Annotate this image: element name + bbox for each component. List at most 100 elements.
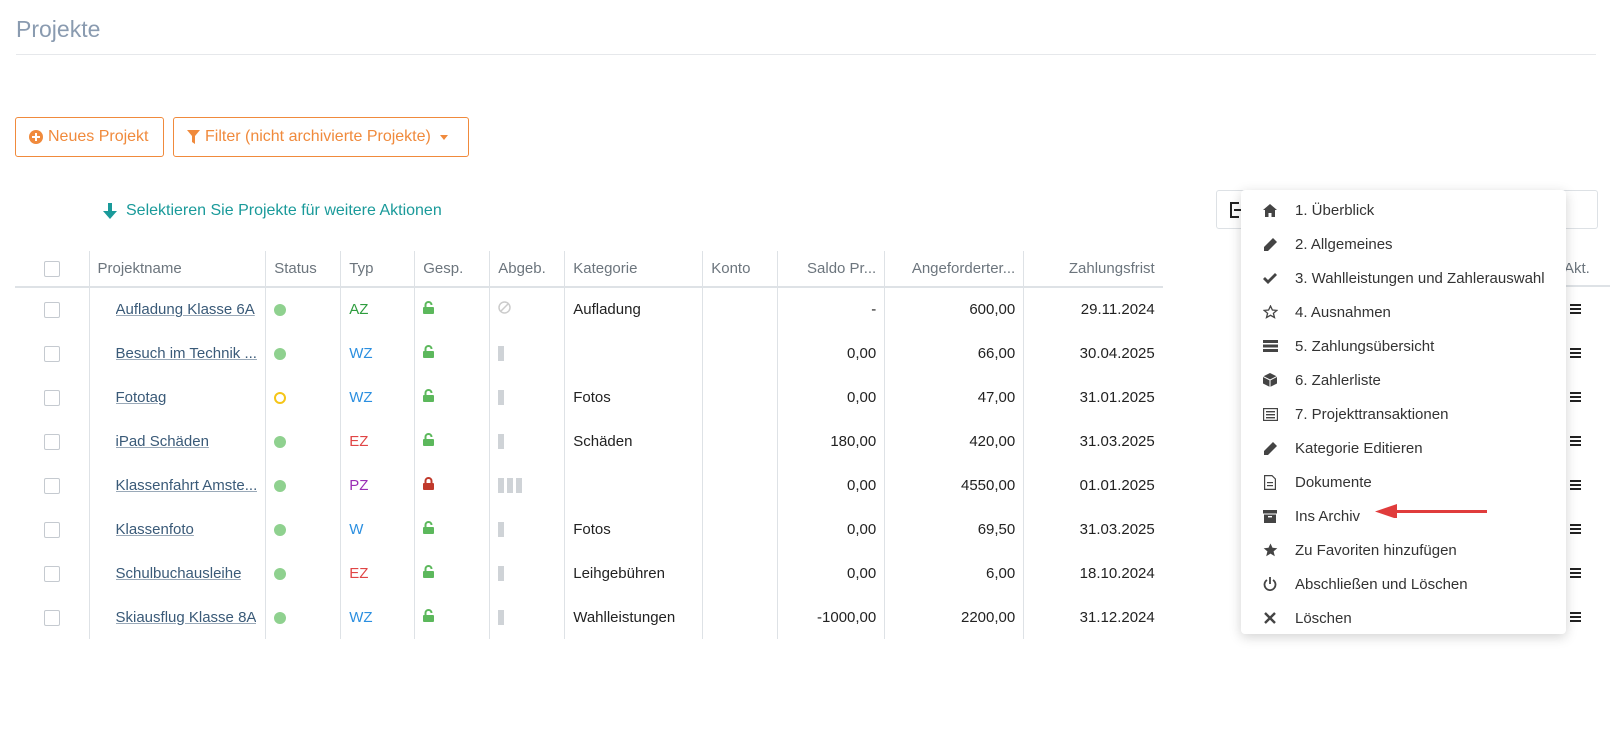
table-row[interactable]: Skiausflug Klasse 8A WZ Wahlleistungen -100… [15,595,1163,639]
table-row[interactable]: Klassenfoto W Fotos 0,00 69,50 31.03.2025 [15,507,1163,551]
menu-item[interactable]: Kategorie Editieren [1241,431,1566,465]
menu-item[interactable]: 1. Überblick [1241,193,1566,227]
row-checkbox[interactable] [43,433,60,450]
col-header-gesp[interactable]: Gesp. [414,251,491,288]
project-name-link[interactable]: Klassenfoto [116,521,194,538]
gesp-cell [414,287,491,331]
row-checkbox[interactable] [43,609,60,626]
select-all-checkbox[interactable] [43,261,60,278]
hamburger-menu-icon[interactable] [1570,302,1581,316]
typ-label: PZ [349,476,369,494]
typ-label: WZ [349,388,373,406]
row-checkbox[interactable] [43,521,60,538]
submission-bars [498,390,505,406]
table-row[interactable]: Besuch im Technik ... WZ 0,00 66,00 30.04.20… [15,331,1163,375]
abgeb-cell [489,507,566,551]
pencil-icon [1262,440,1278,456]
hamburger-menu-icon[interactable] [1570,522,1581,536]
menu-item[interactable]: 4. Ausnahmen [1241,295,1566,329]
status-indicator [274,304,287,317]
project-name-link[interactable]: Fototag [116,389,167,406]
project-name-cell: Fototag [89,375,267,419]
hamburger-menu-icon[interactable] [1570,390,1581,404]
table-row[interactable]: Aufladung Klasse 6A AZ Aufladung -600,00 29.… [15,287,1163,331]
abgeb-cell [489,419,566,463]
home-icon [1262,202,1278,218]
menu-item[interactable]: Dokumente [1241,465,1566,499]
angefordert-cell: 4550,00 [884,463,1025,507]
filter-dropdown-button[interactable]: Filter (nicht archivierte Projekte) [173,117,469,157]
hamburger-menu-icon[interactable] [1570,478,1581,492]
row-checkbox[interactable] [43,345,60,362]
menu-item[interactable]: Abschließen und Löschen [1241,567,1566,601]
col-header-frist[interactable]: Zahlungsfrist [1023,251,1163,288]
menu-item[interactable]: 6. Zahlerliste [1241,363,1566,397]
col-header-status[interactable]: Status [265,251,342,288]
abgeb-cell [489,287,566,331]
row-checkbox[interactable] [43,302,60,319]
table-row[interactable]: Fototag WZ Fotos 0,00 47,00 31.01.2025 [15,375,1163,419]
gesp-cell [414,595,491,639]
konto-cell [702,595,779,639]
project-name-link[interactable]: Klassenfahrt Amste... [116,477,258,494]
table-row[interactable]: iPad Schäden EZ Schäden 180,00 420,00 31.03.2… [15,419,1163,463]
submission-bars [498,346,505,362]
row-checkbox[interactable] [43,565,60,582]
project-name-link[interactable]: Skiausflug Klasse 8A [116,609,257,626]
project-name-link[interactable]: Besuch im Technik ... [116,345,257,362]
menu-item[interactable]: Zu Favoriten hinzufügen [1241,533,1566,567]
star-icon [1262,542,1278,558]
hamburger-menu-icon[interactable] [1570,610,1581,624]
status-indicator [274,479,287,492]
table-row[interactable]: Klassenfahrt Amste... PZ 0,00 4550,00 01.01.… [15,463,1163,507]
archive-icon [1262,508,1278,524]
check-icon [1262,270,1278,286]
abgeb-cell [489,375,566,419]
menu-item[interactable]: 3. Wahlleistungen und Zahlerauswahl [1241,261,1566,295]
typ-label: WZ [349,344,373,362]
row-select-cell [15,375,90,419]
typ-label: W [349,520,364,538]
menu-item-label: 6. Zahlerliste [1295,371,1381,389]
close-icon [1262,610,1278,626]
zahlungsfrist-cell: 01.01.2025 [1079,476,1155,494]
angefordert-cell: 66,00 [884,331,1025,375]
col-header-kategorie[interactable]: Kategorie [564,251,704,288]
zahlungsfrist-cell: 31.03.2025 [1079,520,1155,538]
col-header-name[interactable]: Projektname [89,251,267,288]
col-header-saldo[interactable]: Saldo Pr... [777,251,886,288]
menu-item[interactable]: 5. Zahlungsübersicht [1241,329,1566,363]
typ-cell: WZ [340,375,416,419]
kategorie-cell: Schäden [564,419,704,463]
row-checkbox[interactable] [43,389,60,406]
project-name-cell: Schulbuchausleihe [89,551,267,595]
typ-cell: EZ [340,551,416,595]
table-row[interactable]: Schulbuchausleihe EZ Leihgebühren 0,00 6,00 1… [15,551,1163,595]
row-select-cell [15,419,90,463]
menu-item[interactable]: 2. Allgemeines [1241,227,1566,261]
row-select-cell [15,287,90,331]
projects-table: Projektname Status Typ Gesp. Abgeb. Kate… [15,251,1163,639]
hamburger-menu-icon[interactable] [1570,434,1581,448]
menu-item-label: 7. Projekttransaktionen [1295,405,1449,423]
status-cell [265,463,342,507]
menu-item-label: Zu Favoriten hinzufügen [1295,541,1457,559]
col-header-angefordert[interactable]: Angeforderter... [884,251,1025,288]
saldo-cell: 0,00 [777,551,886,595]
menu-item[interactable]: Löschen [1241,601,1566,635]
row-actions-menu: 1. Überblick 2. Allgemeines 3. Wahlleistun… [1241,190,1566,634]
col-header-typ[interactable]: Typ [340,251,416,288]
project-name-link[interactable]: Aufladung Klasse 6A [116,301,255,318]
col-header-abgeb[interactable]: Abgeb. [489,251,566,288]
new-project-label: Neues Projekt [48,128,149,145]
menu-item[interactable]: 7. Projekttransaktionen [1241,397,1566,431]
project-name-link[interactable]: Schulbuchausleihe [116,565,242,582]
status-cell [265,551,342,595]
hamburger-menu-icon[interactable] [1570,566,1581,580]
col-header-konto[interactable]: Konto [702,251,779,288]
project-name-link[interactable]: iPad Schäden [116,433,209,450]
hamburger-menu-icon[interactable] [1570,346,1581,360]
row-checkbox[interactable] [43,477,60,494]
new-project-button[interactable]: Neues Projekt [15,117,164,157]
angefordert-cell: 600,00 [884,287,1025,331]
